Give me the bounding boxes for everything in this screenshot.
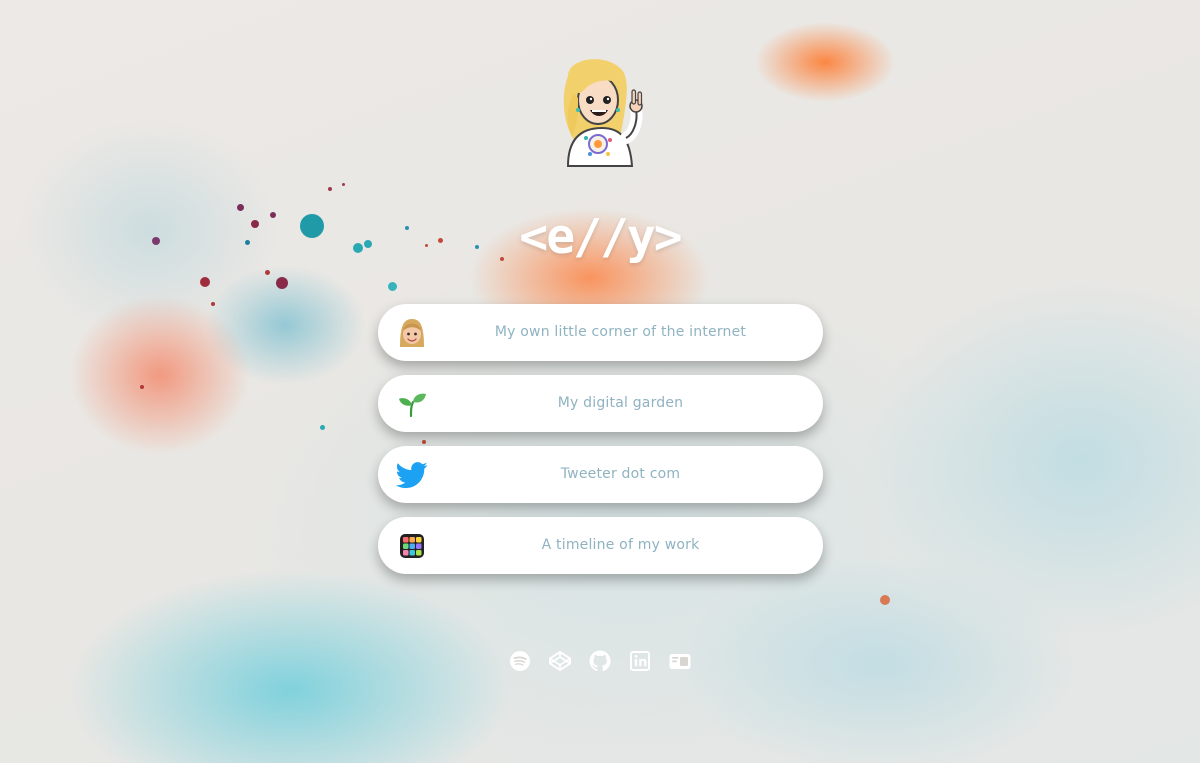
twitter-bird-icon bbox=[395, 459, 428, 491]
paint-dot bbox=[276, 277, 288, 289]
paint-dot bbox=[265, 270, 270, 275]
codepen-icon[interactable] bbox=[548, 649, 572, 673]
paint-dot bbox=[245, 240, 250, 245]
seedling-icon bbox=[396, 388, 428, 420]
github-icon[interactable] bbox=[588, 649, 612, 673]
link-label: A timeline of my work bbox=[541, 537, 700, 553]
link-button-timeline[interactable]: A timeline of my work bbox=[378, 517, 823, 574]
paint-dot bbox=[364, 240, 372, 248]
link-label: My digital garden bbox=[557, 395, 684, 411]
spotify-icon[interactable] bbox=[508, 649, 532, 673]
paint-dot bbox=[438, 238, 443, 243]
paint-dot bbox=[140, 385, 144, 389]
social-links bbox=[508, 648, 692, 674]
paint-dot bbox=[251, 220, 259, 228]
link-button-personal-site[interactable]: My own little corner of the internet bbox=[378, 304, 823, 361]
paint-dot bbox=[405, 226, 409, 230]
link-button-digital-garden[interactable]: My digital garden bbox=[378, 375, 823, 432]
paint-dot bbox=[211, 302, 215, 306]
memoji-avatar-icon bbox=[554, 54, 650, 170]
paint-dot bbox=[152, 237, 160, 245]
link-label: My own little corner of the internet bbox=[494, 324, 747, 340]
paint-dot bbox=[880, 595, 890, 605]
paint-dot bbox=[388, 282, 397, 291]
paint-dot bbox=[200, 277, 210, 287]
memoji-face-icon bbox=[396, 317, 428, 349]
paint-dot bbox=[353, 243, 363, 253]
paint-dot bbox=[300, 214, 324, 238]
link-label: Tweeter dot com bbox=[560, 466, 681, 482]
paint-dot bbox=[320, 425, 325, 430]
blog-icon[interactable] bbox=[668, 649, 692, 673]
color-grid-icon bbox=[396, 530, 428, 562]
paint-dot bbox=[270, 212, 276, 218]
site-logo[interactable]: <e//y> bbox=[500, 206, 700, 268]
link-button-twitter[interactable]: Tweeter dot com bbox=[378, 446, 823, 503]
linkedin-icon[interactable] bbox=[628, 649, 652, 673]
link-list: My own little corner of the internet My … bbox=[378, 304, 823, 588]
paint-dot bbox=[237, 204, 244, 211]
paint-dot bbox=[342, 183, 345, 186]
paint-dot bbox=[425, 244, 428, 247]
paint-dot bbox=[328, 187, 332, 191]
paint-dot bbox=[475, 245, 479, 249]
